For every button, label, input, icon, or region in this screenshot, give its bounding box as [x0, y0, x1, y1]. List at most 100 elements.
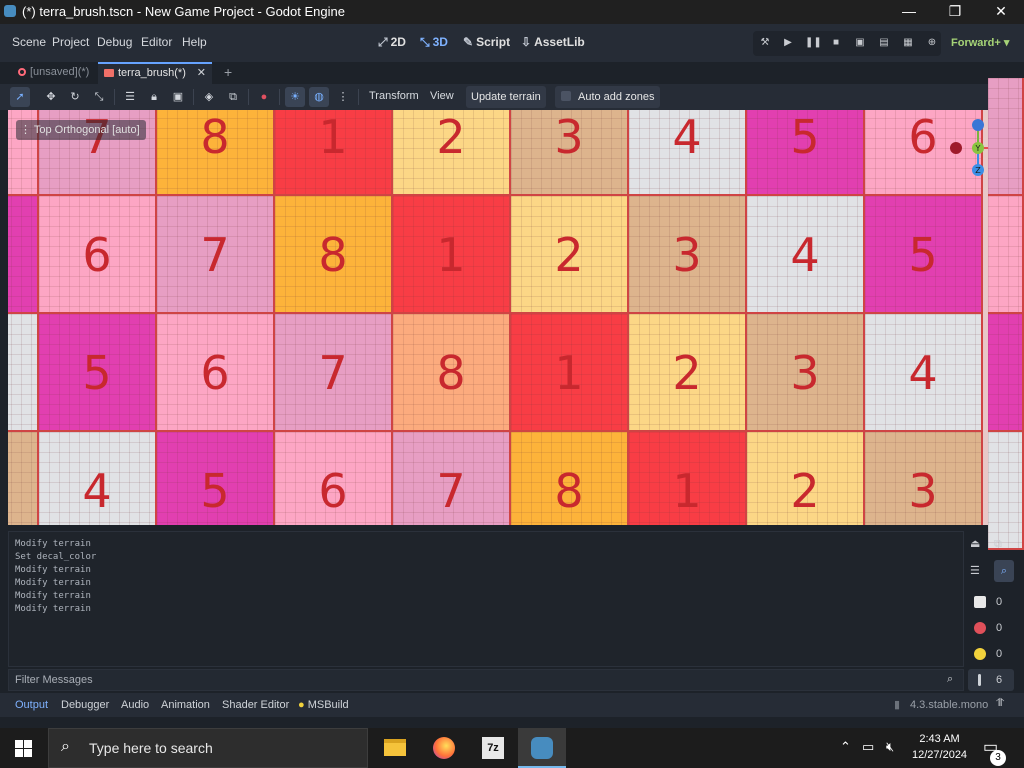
update-terrain-button[interactable]: Update terrain	[466, 86, 546, 108]
tile-number: 1	[318, 110, 348, 164]
tab-output[interactable]: Output	[15, 699, 48, 711]
script-icon: ✎	[463, 35, 474, 49]
terrain-tile: 5	[865, 196, 983, 314]
tile-number: 7	[318, 346, 348, 400]
mode-3d-button[interactable]: ⤡ 3D	[420, 35, 448, 50]
tab-animation[interactable]: Animation	[161, 699, 210, 711]
taskbar-clock[interactable]: 2:43 AM 12/27/2024	[912, 731, 967, 763]
volume-muted-icon[interactable]: 🔇︎	[886, 739, 894, 755]
orientation-gizmo[interactable]: Y X Z	[948, 118, 988, 178]
use-local-space-icon[interactable]: ◈	[199, 87, 219, 107]
camera-icon[interactable]: ●	[254, 87, 274, 107]
auto-add-zones-toggle[interactable]: Auto add zones	[555, 86, 661, 108]
terrain-tile: 2	[511, 196, 629, 314]
group-icon[interactable]: ▣	[168, 87, 188, 107]
terrain-tile: 1	[275, 110, 393, 196]
list-select-icon[interactable]: ☰	[120, 87, 140, 107]
tile-number: 6	[82, 228, 112, 282]
zoom-icon[interactable]: ⊕	[925, 36, 939, 50]
mode-assetlib-button[interactable]: ⇩ AssetLib	[521, 35, 585, 49]
lock-icon[interactable]: 🔒︎	[144, 87, 164, 107]
tile-number: 4	[908, 346, 938, 400]
environment-preview-icon[interactable]: ◍	[309, 87, 329, 107]
file-explorer-icon[interactable]	[371, 728, 419, 768]
toolbar-divider	[358, 89, 359, 105]
terrain-tile: 7	[157, 196, 275, 314]
play-icon[interactable]: ▶	[781, 36, 795, 50]
firefox-icon[interactable]	[420, 728, 468, 768]
close-button[interactable]: ✕	[978, 0, 1024, 24]
search-toggle-icon[interactable]: ⌕	[994, 560, 1014, 582]
movie-maker-icon[interactable]: ▦	[901, 36, 915, 50]
sun-preview-icon[interactable]: ☀	[285, 87, 305, 107]
minimize-button[interactable]: —	[886, 0, 932, 24]
remote-debug-icon[interactable]: ⚒	[758, 36, 772, 50]
toolbar-divider	[114, 89, 115, 105]
tab-unsaved[interactable]: [unsaved](*)	[12, 62, 95, 84]
search-icon: ⌕	[947, 673, 954, 685]
gizmo-neg-x-icon[interactable]	[950, 142, 962, 154]
mode-2d-button[interactable]: ⤢ 2D	[378, 35, 406, 50]
pause-icon[interactable]: ❚❚	[805, 36, 822, 50]
stop-icon[interactable]: ■	[829, 36, 843, 50]
filter-info-toggle[interactable]: 6	[968, 669, 1014, 691]
output-line: Modify terrain	[15, 565, 91, 575]
play-custom-icon[interactable]: ▤	[877, 36, 891, 50]
scale-tool-icon[interactable]: ⤡	[89, 87, 109, 107]
copy-output-icon[interactable]: ⧉	[994, 533, 1014, 555]
more-options-icon[interactable]: ⋮	[333, 87, 353, 107]
rotate-tool-icon[interactable]: ↻	[65, 87, 85, 107]
windows-start-icon[interactable]	[15, 740, 32, 757]
move-tool-icon[interactable]: ✥	[41, 87, 61, 107]
select-tool-icon[interactable]: ➚	[10, 87, 30, 107]
menu-help[interactable]: Help	[182, 35, 207, 49]
tile-number: 1	[672, 464, 702, 518]
view-menu[interactable]: View	[430, 90, 454, 102]
maximize-button[interactable]: ❐	[932, 0, 978, 24]
chevron-up-icon[interactable]: ⌃	[840, 739, 851, 755]
add-tab-icon[interactable]: +	[218, 62, 238, 84]
output-line: Set decal_color	[15, 552, 97, 562]
terrain-tile-edge	[8, 432, 39, 525]
7zip-icon[interactable]: 7z	[469, 728, 517, 768]
gizmo-neg-z-icon[interactable]	[972, 119, 984, 131]
version-icon: ▮	[894, 699, 901, 711]
filter-errors-toggle[interactable]: 0	[968, 617, 1014, 639]
transform-menu[interactable]: Transform	[369, 90, 419, 102]
play-scene-icon[interactable]: ▣	[853, 36, 867, 50]
mode-script-button[interactable]: ✎ Script	[463, 35, 510, 49]
output-log[interactable]: Modify terrain Set decal_color Modify terr…	[8, 531, 964, 667]
filter-warnings-toggle[interactable]: 0	[968, 643, 1014, 665]
2d-icon: ⤢	[378, 35, 388, 49]
tab-debugger[interactable]: Debugger	[61, 699, 109, 711]
close-tab-icon[interactable]: ✕	[197, 64, 206, 82]
terrain-tile: 2	[629, 314, 747, 432]
tab-audio[interactable]: Audio	[121, 699, 149, 711]
tab-terra-brush[interactable]: terra_brush(*) ✕	[98, 62, 212, 84]
tab-msbuild[interactable]: ● MSBuild	[298, 699, 349, 711]
menu-project[interactable]: Project	[52, 35, 89, 49]
viewport-3d[interactable]: 78123456678123455678123445678123 ⋮ Top O…	[8, 110, 988, 525]
tile-number: 4	[672, 110, 702, 164]
godot-taskbar-icon[interactable]	[518, 728, 566, 768]
tile-number: 1	[436, 228, 466, 282]
bottom-panel-tabs: Output Debugger Audio Animation Shader E…	[0, 693, 1024, 717]
tile-number: 7	[200, 228, 230, 282]
tab-shader-editor[interactable]: Shader Editor	[222, 699, 289, 711]
pin-panel-icon[interactable]: ⥣	[996, 697, 1004, 710]
network-icon[interactable]: ▭	[862, 739, 874, 755]
menu-debug[interactable]: Debug	[97, 35, 132, 49]
viewport-menu[interactable]: ⋮ Top Orthogonal [auto]	[16, 120, 146, 140]
terrain-tile: 7	[393, 432, 511, 525]
clear-output-icon[interactable]: ⏏	[970, 533, 990, 555]
menu-editor[interactable]: Editor	[141, 35, 172, 49]
chevron-down-icon: ▾	[1003, 37, 1010, 49]
renderer-selector[interactable]: Forward+ ▾	[951, 36, 1009, 49]
snap-icon[interactable]: ⧉	[223, 87, 243, 107]
filter-messages-toggle[interactable]: 0	[968, 591, 1014, 613]
message-icon	[974, 596, 986, 608]
collapse-icon[interactable]: ☰	[970, 560, 990, 582]
taskbar-search-input[interactable]: ⌕ Type here to search	[48, 728, 368, 768]
filter-messages-input[interactable]: Filter Messages ⌕	[8, 669, 964, 691]
menu-scene[interactable]: Scene	[12, 35, 46, 49]
